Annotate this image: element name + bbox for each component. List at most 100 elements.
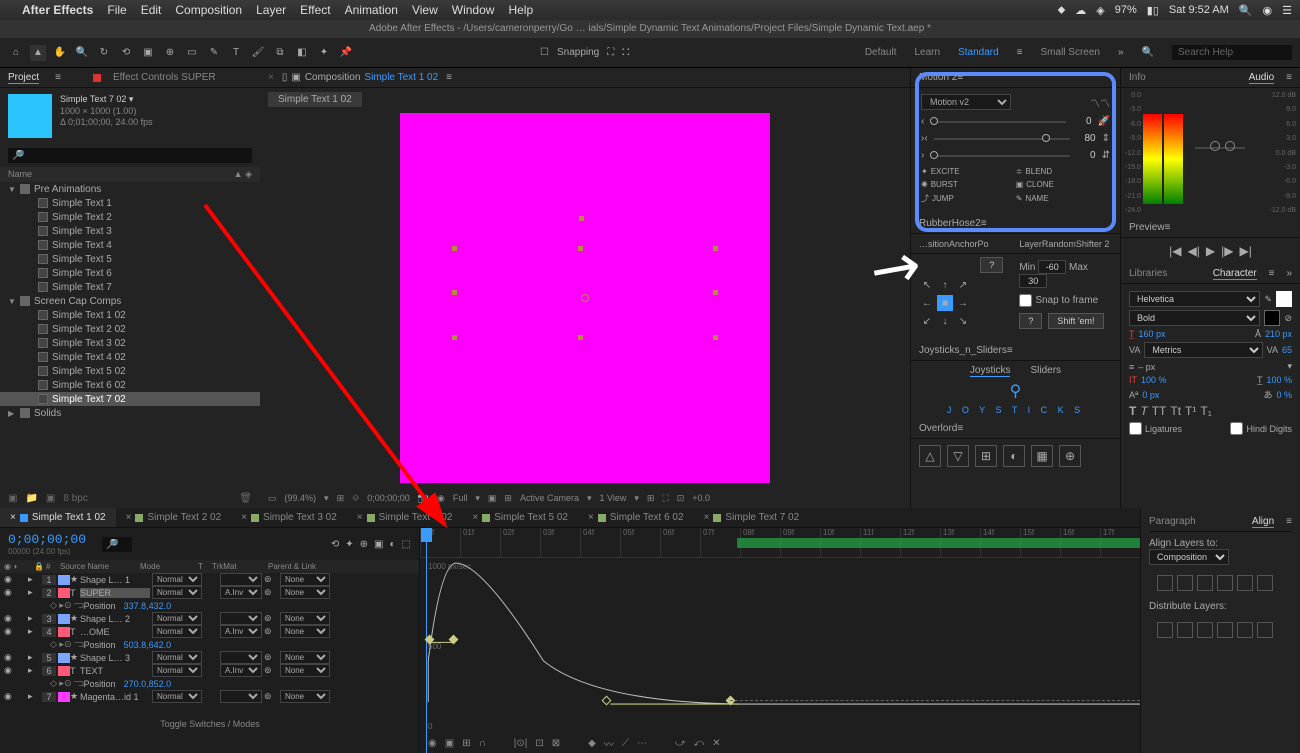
layer-search[interactable] [102, 537, 132, 552]
ease-both-val[interactable]: 80 [1076, 133, 1096, 144]
ge-btn[interactable]: 〰 [604, 736, 614, 751]
rect-tool[interactable]: ▭ [184, 45, 200, 61]
close-tab-icon[interactable]: × [268, 72, 274, 83]
jns-title[interactable]: Joysticks_n_Sliders [919, 345, 1007, 356]
tree-item[interactable]: Simple Text 6 [0, 266, 260, 280]
col-trkmat[interactable]: TrkMat [212, 562, 268, 571]
comp-canvas[interactable] [400, 113, 770, 483]
ge-btn[interactable]: ⟋ [622, 738, 629, 749]
ge-btn[interactable]: ⤺ [694, 738, 705, 749]
graph-editor[interactable]: 00f01f02f03f04f05f06f07f08f09f10f11f12f1… [420, 528, 1140, 753]
posanchor-help[interactable]: ? [980, 257, 1003, 273]
eyedropper-icon[interactable]: ✎ [1264, 294, 1272, 305]
layer-row[interactable]: ◉▸5★Shape L… 3Normal⊚None [0, 651, 419, 664]
project-tab[interactable]: Project [8, 72, 39, 84]
excite-button[interactable]: ✦ EXCITE [921, 167, 1012, 176]
bpc-button[interactable]: 8 bpc [63, 493, 87, 504]
menu-layer[interactable]: Layer [256, 3, 286, 17]
tree-item[interactable]: ▶Solids [0, 406, 260, 420]
resolution[interactable]: Full [453, 493, 468, 503]
tree-item[interactable]: Simple Text 3 02 [0, 336, 260, 350]
tree-item[interactable]: ▼Screen Cap Comps [0, 294, 260, 308]
tree-item[interactable]: Simple Text 1 02 [0, 308, 260, 322]
roto-tool[interactable]: ✦ [316, 45, 332, 61]
layer-row[interactable]: ◉▸4T…OMENormalA.Inv⊚None [0, 625, 419, 638]
font-weight[interactable]: Bold [1129, 310, 1260, 326]
shift-max[interactable] [1019, 274, 1047, 288]
snap-opt-icon[interactable]: ⛶ [607, 47, 614, 58]
character-tab[interactable]: Character [1213, 268, 1257, 280]
ge-btn[interactable]: ⊡ [535, 738, 543, 749]
tracking[interactable]: 65 [1282, 345, 1292, 355]
last-frame-icon[interactable]: ▶| [1239, 244, 1251, 258]
project-tree[interactable]: ▼Pre AnimationsSimple Text 1Simple Text … [0, 182, 260, 489]
blend-button[interactable]: ≑ BLEND [1016, 167, 1107, 176]
jump-button[interactable]: ⤴ JUMP [921, 193, 1012, 204]
layer-row[interactable]: ◉▸3★Shape L… 2Normal⊚None [0, 612, 419, 625]
project-search[interactable] [8, 148, 252, 163]
timeline-tab[interactable]: ×Simple Text 7 02 [694, 508, 810, 527]
notif-icon[interactable]: ☰ [1282, 4, 1292, 17]
menu-window[interactable]: Window [452, 3, 495, 17]
menu-animation[interactable]: Animation [345, 3, 398, 17]
stroke-width[interactable]: – px [1138, 362, 1155, 372]
menu-help[interactable]: Help [508, 3, 533, 17]
ge-btn[interactable]: ∩ [479, 738, 486, 749]
timeline-tab[interactable]: ×Simple Text 5 02 [462, 508, 578, 527]
timeline-tabs[interactable]: ×Simple Text 1 02×Simple Text 2 02×Simpl… [0, 508, 1140, 528]
property-row[interactable]: ◇ ▸ ⊙ ⫎ Position337.8,432.0 [0, 599, 419, 612]
tl-tool3[interactable]: ⊕ [360, 539, 368, 550]
tree-item[interactable]: Simple Text 4 02 [0, 350, 260, 364]
clone-button[interactable]: ▣ CLONE [1016, 180, 1107, 189]
rotate-tool[interactable]: ⟲ [118, 45, 134, 61]
ov-grad[interactable]: ◐ [1003, 445, 1025, 467]
layer-list[interactable]: ◉▸1★Shape L… 1Normal⊚None◉▸2TSUPERNormal… [0, 573, 419, 703]
ge-btn[interactable]: |⊙| [514, 738, 528, 749]
jns-tab-slider[interactable]: Sliders [1030, 365, 1061, 377]
cc-icon[interactable]: ☁ [1075, 4, 1086, 17]
ease-out-val[interactable]: 0 [1076, 150, 1096, 161]
kerning[interactable]: Metrics [1144, 342, 1262, 358]
spotlight-icon[interactable]: 🔍 [1239, 4, 1253, 17]
info-tab[interactable]: Info [1129, 72, 1146, 83]
layer-row[interactable]: ◉▸7★Magenta…id 1Normal⊚None [0, 690, 419, 703]
align-buttons[interactable] [1149, 571, 1292, 595]
tree-item[interactable]: Simple Text 5 02 [0, 364, 260, 378]
lock-icon[interactable]: ▯ [282, 72, 288, 83]
menu-effect[interactable]: Effect [300, 3, 330, 17]
ge-btn[interactable]: ⊞ [462, 738, 470, 749]
toggle-switches[interactable]: Toggle Switches / Modes [0, 719, 420, 729]
pen-tool[interactable]: ✎ [206, 45, 222, 61]
col-mode[interactable]: Mode [140, 562, 198, 571]
shift-button[interactable]: Shift 'em! [1048, 313, 1103, 329]
paragraph-tab[interactable]: Paragraph [1149, 516, 1196, 527]
tl-tool4[interactable]: ▣ [374, 539, 383, 550]
new-folder-icon[interactable]: 📁 [25, 493, 37, 504]
col-source[interactable]: Source Name [60, 562, 140, 571]
exposure[interactable]: +0.0 [692, 493, 710, 503]
align-target[interactable]: Composition [1149, 549, 1229, 565]
tree-item[interactable]: Simple Text 4 [0, 238, 260, 252]
opt-icon[interactable]: ⇵ [1102, 150, 1110, 161]
motion-preset[interactable]: Motion v2 [921, 94, 1011, 110]
tree-item[interactable]: Simple Text 7 02 [0, 392, 260, 406]
tree-item[interactable]: Simple Text 5 [0, 252, 260, 266]
zoom-value[interactable]: (99.4%) [285, 493, 317, 503]
first-frame-icon[interactable]: |◀ [1169, 244, 1181, 258]
link-icon[interactable]: ⇕ [1102, 133, 1110, 144]
siri-icon[interactable]: ◉ [1263, 4, 1273, 17]
shift-min[interactable] [1038, 260, 1066, 274]
ge-btn[interactable]: ◆ [588, 738, 596, 749]
camera-tool[interactable]: ▣ [140, 45, 156, 61]
snapping-label[interactable]: Snapping [557, 47, 599, 58]
selection-tool[interactable]: ▲ [30, 45, 46, 61]
snap-icon[interactable]: ☐ [540, 47, 549, 58]
help-search[interactable] [1172, 45, 1292, 60]
anchor-tool[interactable]: ⊕ [162, 45, 178, 61]
joystick-icon[interactable]: ⚲ [919, 381, 1112, 401]
shifter-title[interactable]: LayerRandomShifter 2 [1019, 239, 1109, 249]
ligatures[interactable] [1129, 422, 1142, 435]
baseline[interactable]: 0 px [1142, 390, 1159, 400]
stamp-tool[interactable]: ⧉ [272, 45, 288, 61]
ws-menu-icon[interactable]: ≡ [1017, 47, 1023, 58]
